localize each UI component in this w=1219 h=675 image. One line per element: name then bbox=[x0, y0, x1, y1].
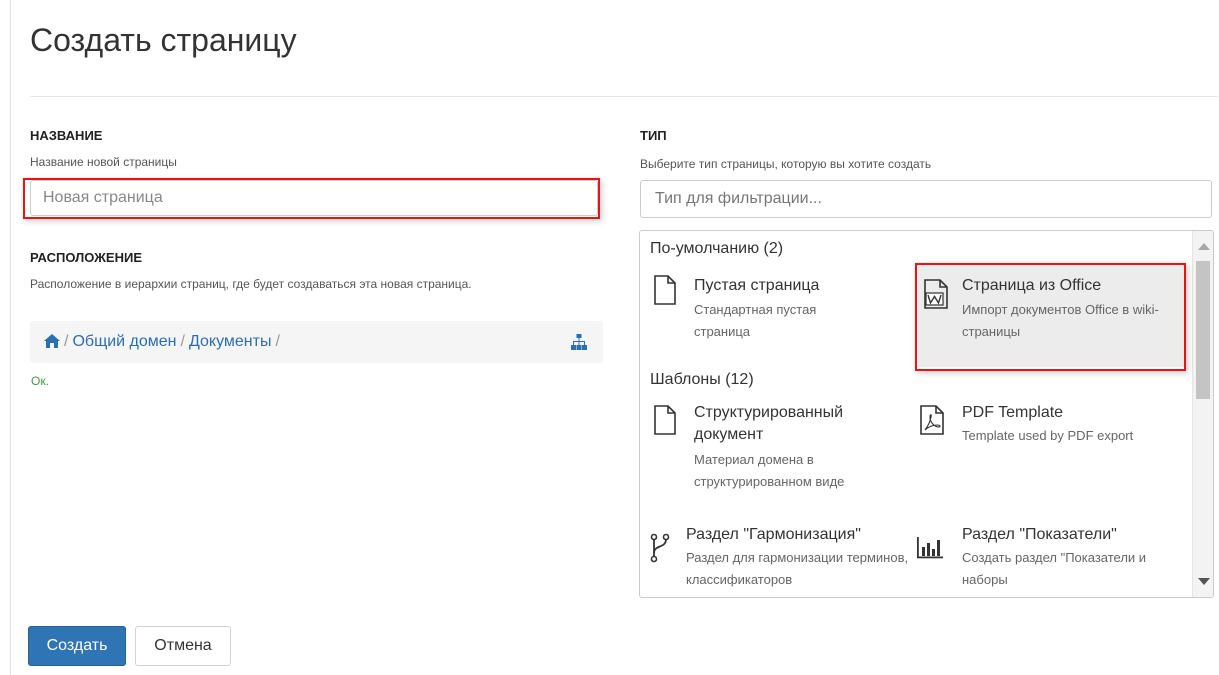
group-title-default: По-умолчанию (2) bbox=[650, 240, 784, 257]
scroll-up-arrow-icon[interactable] bbox=[1198, 243, 1210, 250]
location-breadcrumb-bar: / Общий домен / Документы / bbox=[30, 321, 603, 363]
type-item-name: Страница из Office bbox=[962, 277, 1102, 294]
bar-chart-icon bbox=[916, 537, 944, 564]
blank-page-icon bbox=[654, 405, 676, 440]
scrollbar-thumb[interactable] bbox=[1196, 261, 1210, 399]
list-scrollbar[interactable] bbox=[1192, 231, 1213, 597]
create-button[interactable]: Создать bbox=[28, 626, 126, 666]
type-item-structured-document[interactable]: Структурированный документ Материал доме… bbox=[654, 404, 904, 501]
type-item-name: Раздел "Гармонизация" bbox=[686, 526, 861, 543]
page-left-border bbox=[10, 0, 11, 675]
pdf-icon bbox=[920, 405, 944, 440]
type-item-harmonization-section[interactable]: Раздел "Гармонизация" Раздел для гармони… bbox=[650, 526, 910, 597]
type-item-indicators-section[interactable]: Раздел "Показатели" Создать раздел "Пока… bbox=[916, 526, 1176, 597]
sitemap-icon[interactable] bbox=[571, 334, 587, 355]
word-document-icon bbox=[924, 279, 948, 314]
branch-icon bbox=[650, 533, 670, 568]
breadcrumb-separator: / bbox=[180, 333, 185, 350]
location-help: Расположение в иерархии страниц, где буд… bbox=[30, 277, 472, 291]
breadcrumb: / Общий домен / Документы / bbox=[44, 333, 284, 353]
type-label: ТИП bbox=[640, 128, 667, 143]
type-item-desc: Материал домена в структурированном виде bbox=[694, 452, 845, 489]
breadcrumb-item-documents[interactable]: Документы bbox=[189, 333, 271, 350]
type-item-pdf-template[interactable]: PDF Template Template used by PDF export bbox=[920, 404, 1170, 485]
page-title: Создать страницу bbox=[30, 22, 297, 58]
type-item-name: Пустая страница bbox=[694, 277, 820, 294]
location-label: РАСПОЛОЖЕНИЕ bbox=[30, 250, 142, 265]
cancel-button[interactable]: Отмена bbox=[135, 626, 231, 666]
type-item-desc: Импорт документов Office в wiki-страницы bbox=[962, 302, 1159, 339]
name-label: НАЗВАНИЕ bbox=[30, 128, 103, 143]
group-title-templates: Шаблоны (12) bbox=[650, 371, 754, 388]
home-icon[interactable] bbox=[44, 334, 60, 353]
scroll-down-arrow-icon[interactable] bbox=[1198, 578, 1210, 585]
type-item-name: Структурированный документ bbox=[694, 404, 844, 443]
type-item-office-page[interactable]: Страница из Office Импорт документов Off… bbox=[918, 265, 1184, 367]
location-status: Ок. bbox=[31, 374, 49, 388]
type-item-desc: Template used by PDF export bbox=[962, 428, 1134, 443]
type-item-desc: Стандартная пустая страница bbox=[694, 302, 817, 339]
name-help: Название новой страницы bbox=[30, 155, 177, 169]
page-type-list[interactable]: По-умолчанию (2) Пустая страница Стандар… bbox=[639, 230, 1214, 598]
type-filter-input[interactable] bbox=[640, 180, 1212, 218]
type-item-name: Раздел "Показатели" bbox=[962, 526, 1117, 543]
type-help: Выберите тип страницы, которую вы хотите… bbox=[640, 157, 932, 171]
blank-page-icon bbox=[654, 275, 676, 310]
breadcrumb-separator: / bbox=[275, 333, 280, 350]
breadcrumb-separator: / bbox=[64, 333, 69, 350]
type-item-name: PDF Template bbox=[962, 404, 1064, 421]
type-item-blank-page[interactable]: Пустая страница Стандартная пустая стран… bbox=[654, 275, 904, 355]
page-name-input[interactable] bbox=[30, 180, 598, 216]
title-divider bbox=[30, 96, 1218, 97]
type-item-desc: Раздел для гармонизации терминов, класси… bbox=[686, 550, 909, 587]
breadcrumb-item-general-domain[interactable]: Общий домен bbox=[72, 333, 176, 350]
type-item-desc: Создать раздел "Показатели и наборы bbox=[962, 550, 1147, 587]
